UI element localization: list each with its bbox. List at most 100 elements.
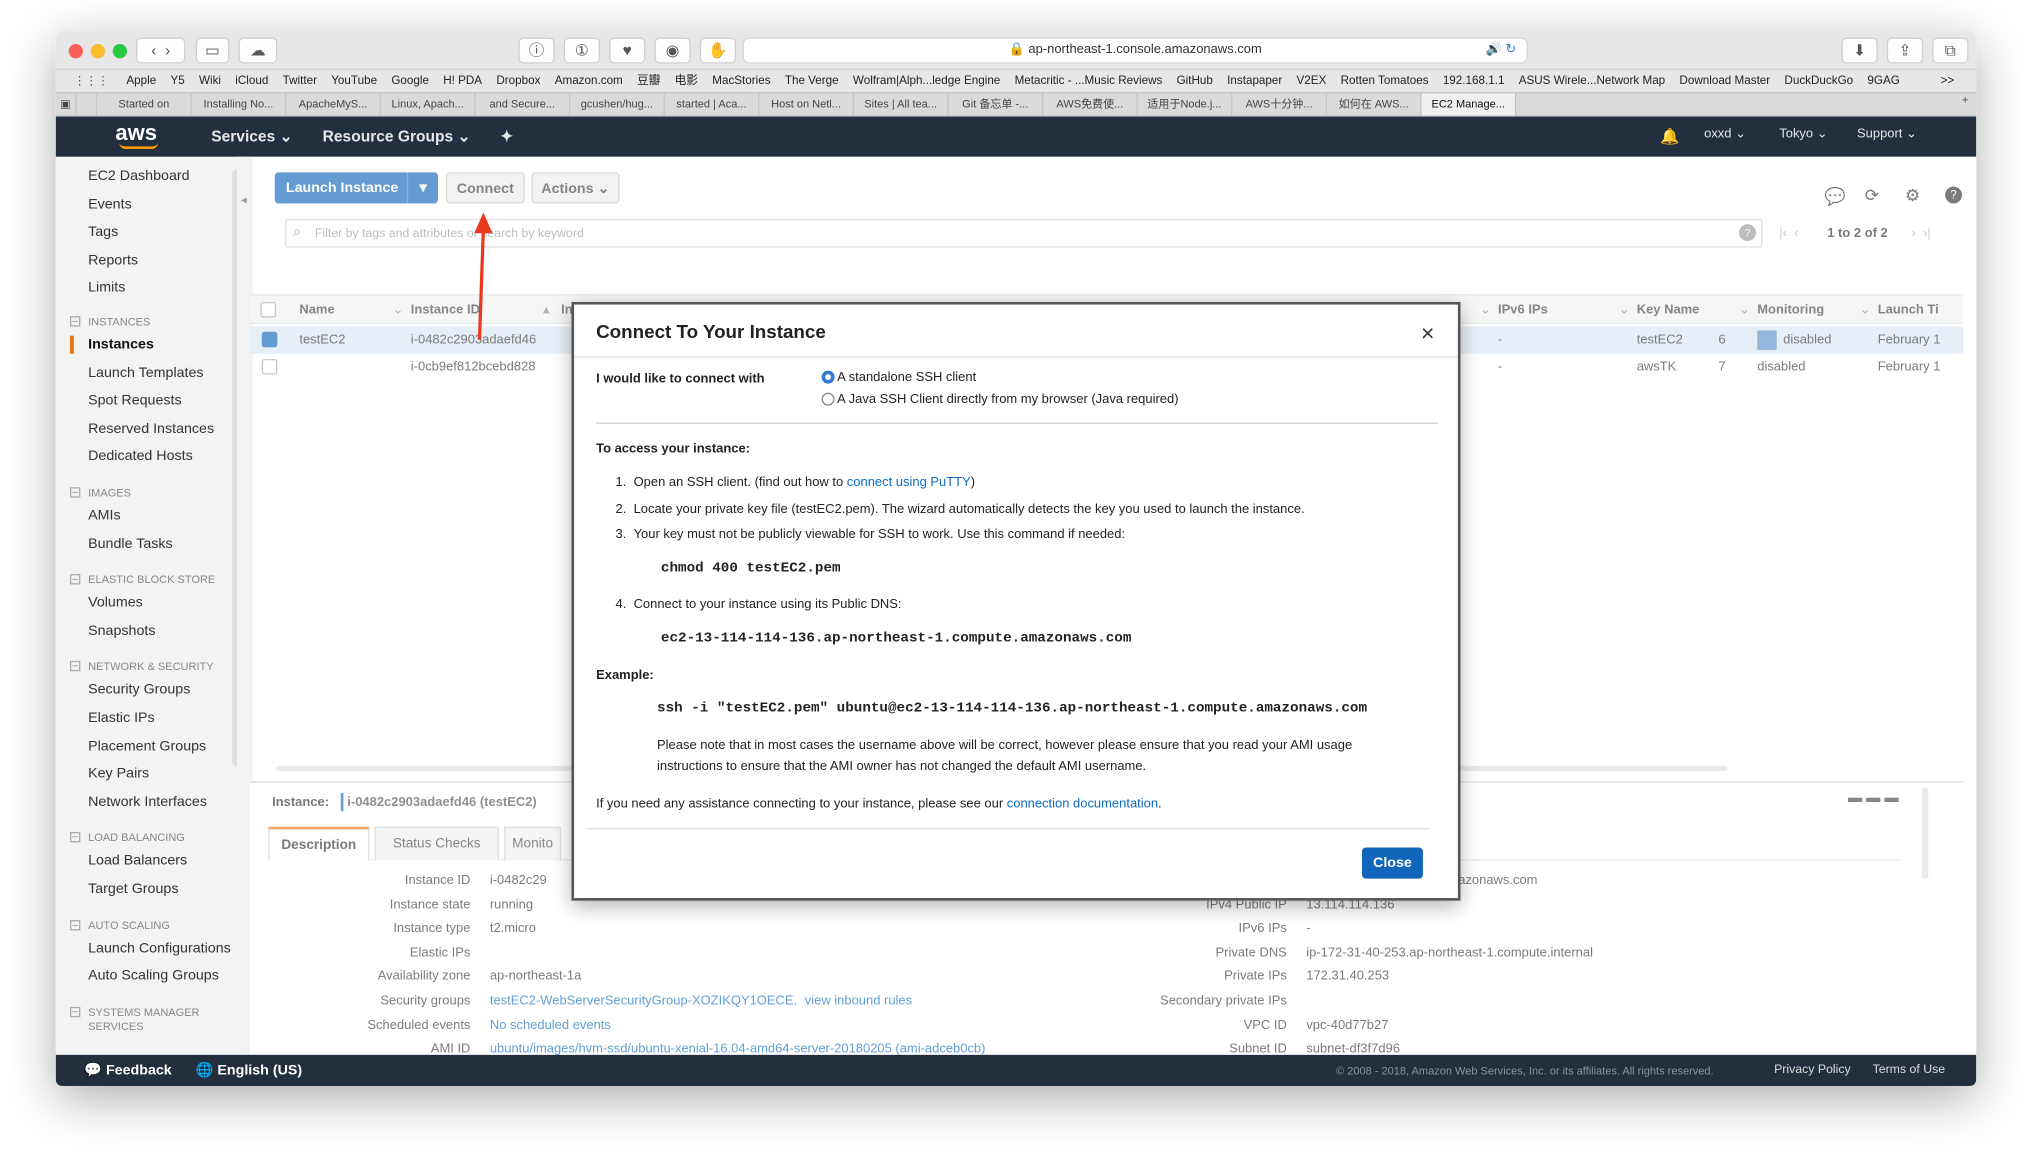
radio-unselected-icon[interactable]: [821, 392, 835, 406]
browser-tab[interactable]: and Secure...: [476, 93, 571, 116]
bookmark-link[interactable]: DuckDuckGo: [1784, 70, 1853, 92]
browser-tab[interactable]: Linux, Apach...: [381, 93, 476, 116]
sidebar-icon[interactable]: ▭: [195, 37, 230, 64]
apple-tab-icon[interactable]: [76, 93, 98, 116]
sidebar-item[interactable]: EC2 Dashboard: [88, 168, 189, 184]
info-icon[interactable]: ⓘ: [518, 37, 555, 64]
sidebar-item[interactable]: Volumes: [88, 595, 143, 611]
share-icon[interactable]: ⇪: [1886, 37, 1924, 64]
browser-tab[interactable]: ApacheMyS...: [286, 93, 381, 116]
bookmark-link[interactable]: YouTube: [331, 70, 377, 92]
bookmark-link[interactable]: Download Master: [1679, 70, 1770, 92]
audio-reload-icon[interactable]: 🔊 ↻: [1486, 39, 1517, 62]
tab-pinned-icon[interactable]: ▣: [56, 93, 77, 116]
bookmark-link[interactable]: MacStories: [712, 70, 770, 92]
section-collapse-icon[interactable]: –: [69, 832, 81, 843]
bookmark-link[interactable]: Metacritic - ...Music Reviews: [1015, 70, 1163, 92]
browser-tab[interactable]: EC2 Manage...: [1421, 93, 1517, 116]
bookmark-link[interactable]: 192.168.1.1: [1443, 70, 1505, 92]
tabs-overview-icon[interactable]: ⧉: [1932, 37, 1969, 64]
user-menu[interactable]: oxxd ⌄: [1704, 127, 1746, 141]
browser-tab[interactable]: Host on Netl...: [759, 93, 854, 116]
section-collapse-icon[interactable]: –: [69, 316, 81, 327]
bookmarks-overflow[interactable]: >>: [1941, 70, 1955, 92]
browser-tab[interactable]: Started on: [97, 93, 192, 116]
sidebar-item[interactable]: Limits: [88, 280, 125, 296]
bookmark-link[interactable]: GitHub: [1177, 70, 1213, 92]
putty-link[interactable]: connect using PuTTY: [847, 476, 971, 490]
zoom-window-button[interactable]: [112, 44, 127, 59]
download-icon[interactable]: ⬇: [1841, 37, 1878, 64]
close-x-icon[interactable]: ×: [1421, 320, 1435, 347]
bookmark-link[interactable]: Twitter: [283, 70, 317, 92]
browser-tab[interactable]: 适用于Node.j...: [1138, 93, 1233, 116]
close-button[interactable]: Close: [1361, 847, 1423, 879]
section-collapse-icon[interactable]: –: [69, 574, 81, 585]
icloud-tabs-icon[interactable]: ☁: [238, 37, 278, 64]
section-collapse-icon[interactable]: –: [69, 919, 81, 930]
region-menu[interactable]: Tokyo ⌄: [1779, 127, 1827, 141]
sidebar-item[interactable]: Key Pairs: [88, 766, 149, 782]
minimize-window-button[interactable]: [90, 44, 105, 59]
sidebar-item[interactable]: Snapshots: [88, 623, 155, 639]
java-client-option[interactable]: A Java SSH Client directly from my brows…: [821, 392, 1179, 407]
bookmark-link[interactable]: Dropbox: [496, 70, 540, 92]
grid-icon[interactable]: ⋮⋮⋮: [74, 70, 109, 92]
sidebar-item[interactable]: Elastic IPs: [88, 710, 155, 726]
ssh-client-option[interactable]: A standalone SSH client: [821, 370, 976, 385]
sidebar-item[interactable]: Launch Templates: [88, 365, 203, 381]
hand-icon[interactable]: ✋: [699, 37, 737, 64]
browser-tab[interactable]: 如何在 AWS...: [1327, 93, 1422, 116]
browser-tab[interactable]: Git 备忘单 -...: [949, 93, 1044, 116]
browser-tab[interactable]: gcushen/hug...: [570, 93, 665, 116]
sidebar-item[interactable]: Auto Scaling Groups: [88, 968, 219, 984]
section-collapse-icon[interactable]: –: [69, 661, 81, 672]
sidebar-item[interactable]: Launch Configurations: [88, 940, 231, 956]
sidebar-item[interactable]: Events: [88, 196, 132, 212]
browser-tab[interactable]: started | Aca...: [665, 93, 760, 116]
pocket-icon[interactable]: ♥: [609, 37, 646, 64]
bookmark-link[interactable]: Google: [391, 70, 429, 92]
bookmark-link[interactable]: Instapaper: [1227, 70, 1282, 92]
bookmark-link[interactable]: Wiki: [199, 70, 221, 92]
bookmark-link[interactable]: H! PDA: [443, 70, 482, 92]
sidebar-item[interactable]: Security Groups: [88, 682, 190, 698]
sidebar-item[interactable]: Reserved Instances: [88, 421, 214, 437]
sidebar-item[interactable]: Bundle Tasks: [88, 536, 173, 552]
sidebar-item[interactable]: Load Balancers: [88, 853, 187, 869]
extension-icon[interactable]: ◉: [654, 37, 691, 64]
privacy-link[interactable]: Privacy Policy: [1774, 1063, 1851, 1077]
close-window-button[interactable]: [68, 44, 83, 59]
new-tab-button[interactable]: +: [1962, 93, 1968, 106]
bookmark-link[interactable]: The Verge: [785, 70, 839, 92]
bookmark-link[interactable]: Rotten Tomatoes: [1341, 70, 1429, 92]
radio-selected-icon[interactable]: [821, 370, 835, 384]
section-collapse-icon[interactable]: –: [69, 1006, 81, 1018]
browser-tab[interactable]: AWS免费使...: [1043, 93, 1138, 116]
feedback-link[interactable]: 💬 Feedback: [84, 1061, 171, 1079]
language-selector[interactable]: 🌐 English (US): [196, 1061, 302, 1079]
sidebar-item[interactable]: Spot Requests: [88, 393, 182, 409]
bookmark-link[interactable]: Amazon.com: [555, 70, 623, 92]
bookmark-link[interactable]: iCloud: [235, 70, 268, 92]
sidebar-item[interactable]: Tags: [88, 224, 118, 240]
1password-icon[interactable]: ①: [563, 37, 601, 64]
bookmark-link[interactable]: Apple: [126, 70, 156, 92]
bell-icon[interactable]: 🔔: [1660, 127, 1679, 145]
browser-tab[interactable]: AWS十分钟...: [1232, 93, 1328, 116]
address-bar[interactable]: 🔒 ap-northeast-1.console.amazonaws.com 🔊…: [742, 37, 1528, 64]
bookmark-link[interactable]: ASUS Wirele...Network Map: [1519, 70, 1665, 92]
sidebar-item[interactable]: Reports: [88, 252, 138, 268]
bookmark-link[interactable]: 电影: [675, 70, 698, 92]
terms-link[interactable]: Terms of Use: [1873, 1063, 1946, 1077]
connection-documentation-link[interactable]: connection documentation: [1007, 797, 1158, 811]
back-forward-buttons[interactable]: ‹ ›: [136, 37, 186, 64]
resource-groups-menu[interactable]: Resource Groups ⌄: [323, 127, 471, 145]
section-collapse-icon[interactable]: –: [69, 487, 81, 498]
bookmark-link[interactable]: Wolfram|Alph...ledge Engine: [853, 70, 1000, 92]
bookmark-link[interactable]: 豆瓣: [637, 70, 660, 92]
sidebar-item[interactable]: Instances: [88, 337, 154, 353]
support-menu[interactable]: Support ⌄: [1857, 127, 1917, 141]
pin-icon[interactable]: ✦: [500, 127, 513, 145]
bookmark-link[interactable]: Y5: [170, 70, 184, 92]
